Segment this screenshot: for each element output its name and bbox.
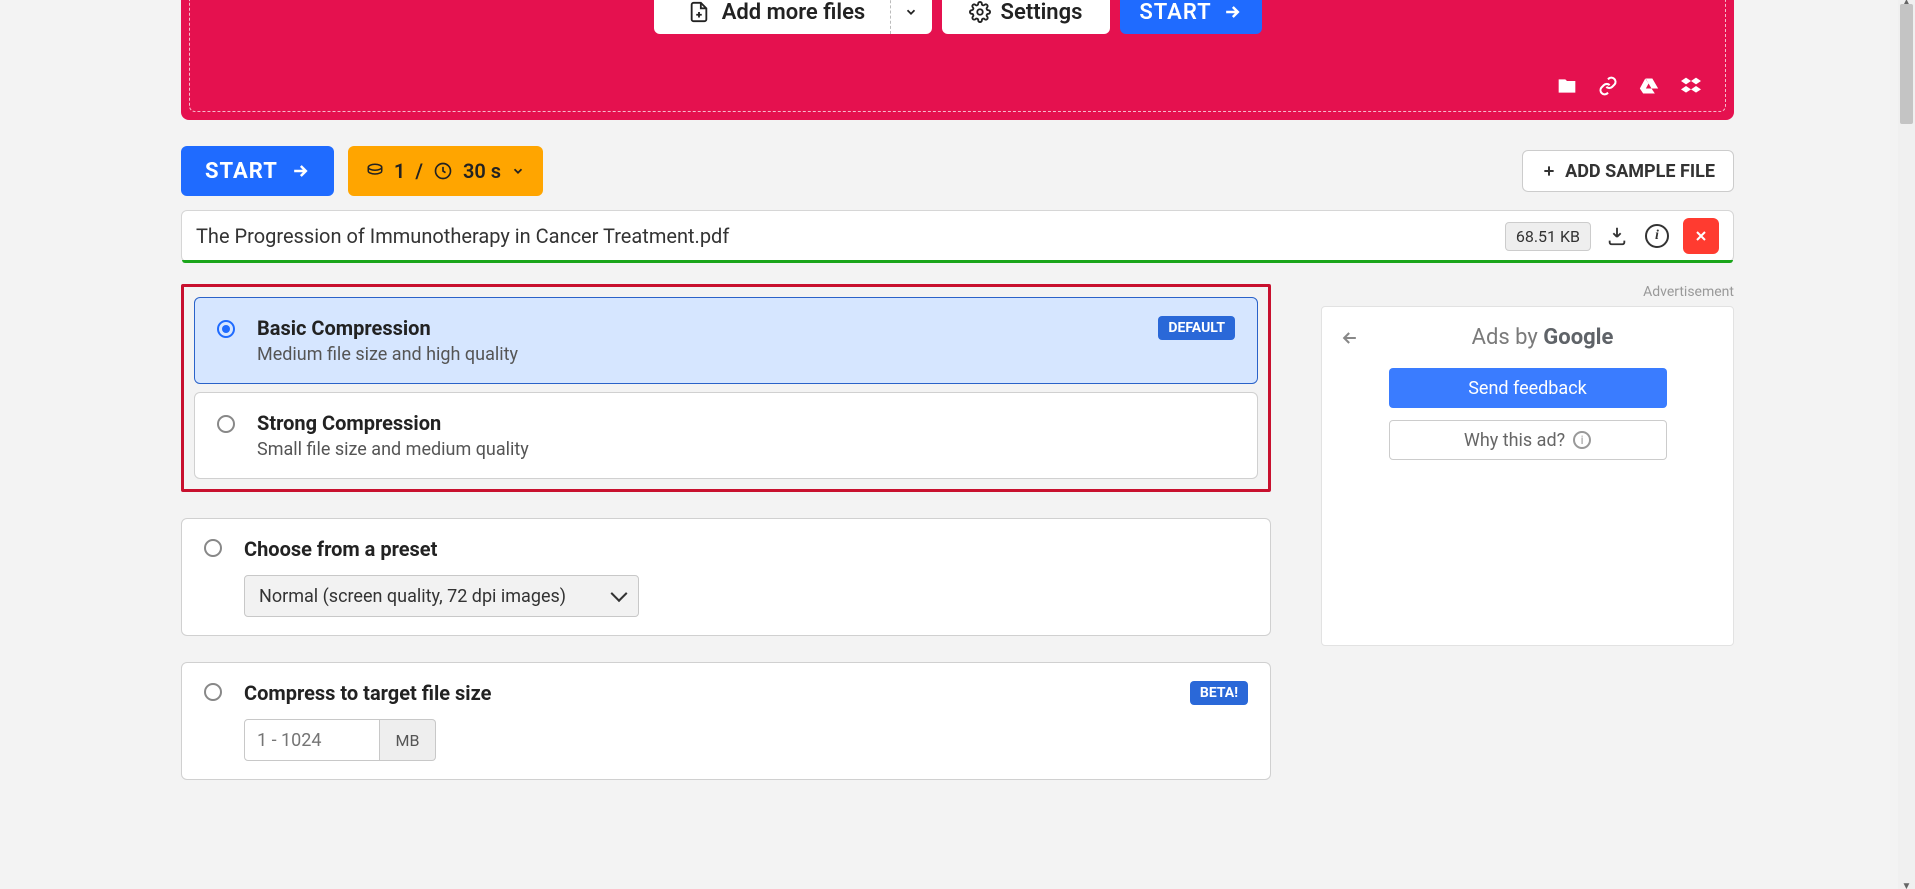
ad-send-feedback-button[interactable]: Send feedback xyxy=(1389,368,1667,408)
start-label: START xyxy=(205,159,278,184)
advertisement-label: Advertisement xyxy=(1321,284,1734,300)
info-icon[interactable]: i xyxy=(1643,222,1671,250)
target-size-input[interactable] xyxy=(244,719,380,761)
chevron-down-icon xyxy=(511,164,525,178)
option-basic-title: Basic Compression xyxy=(257,316,1136,340)
option-basic-desc: Medium file size and high quality xyxy=(257,344,1136,365)
ad-why-this-ad-button[interactable]: Why this ad? i xyxy=(1389,420,1667,460)
ad-panel: Ads by Google Send feedback Why this ad?… xyxy=(1321,306,1734,646)
file-name: The Progression of Immunotherapy in Canc… xyxy=(196,224,1493,248)
ad-back-icon[interactable] xyxy=(1340,328,1360,348)
preset-select[interactable]: Normal (screen quality, 72 dpi images) xyxy=(244,575,639,617)
remove-file-button[interactable] xyxy=(1683,218,1719,254)
scroll-down-icon[interactable]: ▼ xyxy=(1898,881,1915,889)
option-strong-title: Strong Compression xyxy=(257,411,1235,435)
folder-icon[interactable] xyxy=(1556,76,1578,96)
info-icon: i xyxy=(1573,431,1591,449)
ads-by-google: Ads by Google xyxy=(1370,325,1715,350)
add-sample-label: ADD SAMPLE FILE xyxy=(1565,161,1715,182)
chip-count: 1 xyxy=(394,159,405,183)
preset-title: Choose from a preset xyxy=(244,537,1248,561)
scrollbar[interactable]: ▲ ▼ xyxy=(1898,0,1915,889)
start-button-hero[interactable]: START xyxy=(1120,0,1262,34)
plus-icon xyxy=(1541,163,1557,179)
option-target-size[interactable]: Compress to target file size BETA! MB xyxy=(181,662,1271,780)
upload-hero: Add more files Settings START xyxy=(181,0,1734,120)
arrow-right-icon xyxy=(290,161,310,181)
option-strong-compression[interactable]: Strong Compression Small file size and m… xyxy=(194,392,1258,479)
compression-options-highlight: Basic Compression Medium file size and h… xyxy=(181,284,1271,492)
file-row: The Progression of Immunotherapy in Canc… xyxy=(181,210,1734,262)
coin-icon xyxy=(366,162,384,180)
radio-icon xyxy=(204,683,222,701)
file-size-badge: 68.51 KB xyxy=(1505,222,1591,251)
chip-time: 30 s xyxy=(463,159,501,183)
scrollbar-thumb[interactable] xyxy=(1900,4,1913,124)
add-more-files-dropdown[interactable] xyxy=(890,0,932,34)
link-icon[interactable] xyxy=(1598,76,1618,96)
option-preset[interactable]: Choose from a preset Normal (screen qual… xyxy=(181,518,1271,636)
default-badge: DEFAULT xyxy=(1158,316,1235,340)
settings-button[interactable]: Settings xyxy=(942,0,1110,34)
google-drive-icon[interactable] xyxy=(1638,76,1660,96)
file-progress-bar xyxy=(182,260,1733,263)
chevron-down-icon xyxy=(904,5,918,19)
option-strong-desc: Small file size and medium quality xyxy=(257,439,1235,460)
download-icon[interactable] xyxy=(1603,222,1631,250)
radio-icon xyxy=(217,415,235,433)
add-more-files-label: Add more files xyxy=(722,0,866,25)
beta-badge: BETA! xyxy=(1190,681,1248,705)
start-hero-label: START xyxy=(1139,0,1211,25)
settings-label: Settings xyxy=(1001,0,1083,25)
add-more-files-button[interactable]: Add more files xyxy=(654,0,900,34)
credits-chip[interactable]: 1 / 30 s xyxy=(348,146,543,196)
radio-selected-icon xyxy=(217,320,235,338)
add-sample-file-button[interactable]: ADD SAMPLE FILE xyxy=(1522,150,1734,192)
gear-icon xyxy=(969,1,991,23)
add-file-icon xyxy=(688,1,710,23)
ad-why-label: Why this ad? xyxy=(1464,430,1565,451)
target-title: Compress to target file size xyxy=(244,681,1190,705)
dropbox-icon[interactable] xyxy=(1680,76,1702,96)
arrow-right-icon xyxy=(1222,2,1242,22)
clock-icon xyxy=(433,161,453,181)
start-button[interactable]: START xyxy=(181,146,334,196)
radio-icon xyxy=(204,539,222,557)
target-size-unit: MB xyxy=(380,719,436,761)
option-basic-compression[interactable]: Basic Compression Medium file size and h… xyxy=(194,297,1258,384)
chip-sep: / xyxy=(415,159,423,183)
